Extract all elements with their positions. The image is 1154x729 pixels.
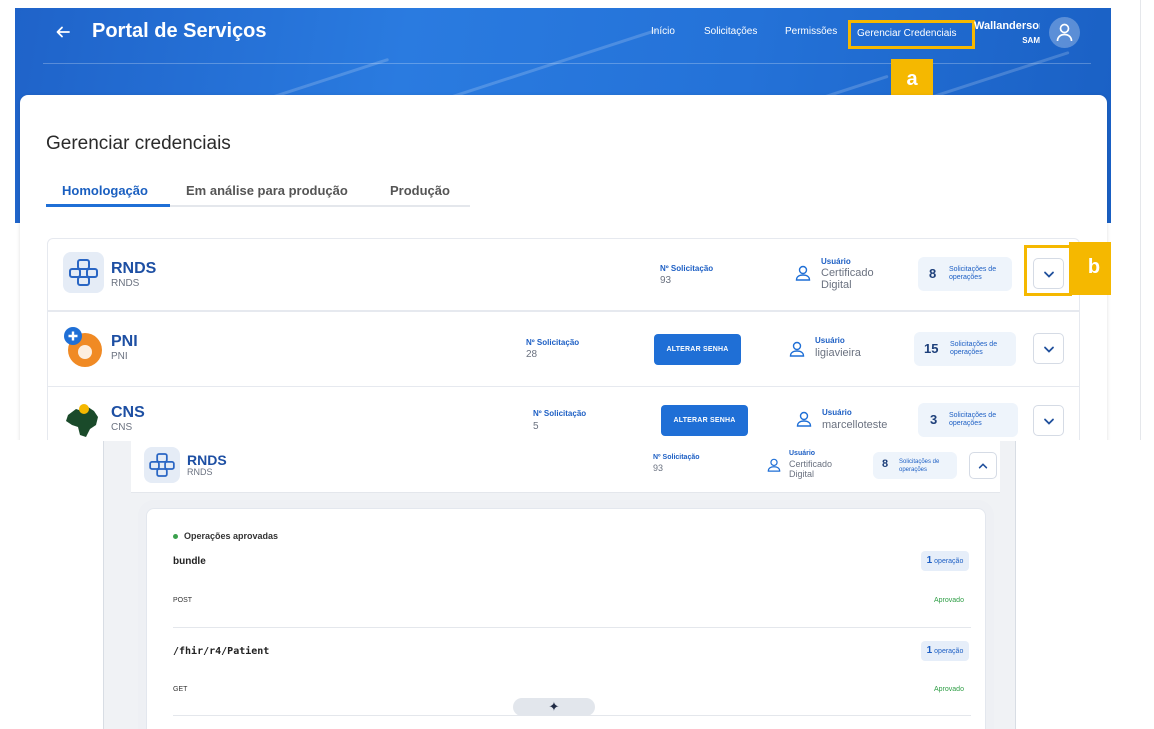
operation-count-badge: 1 operação [921, 641, 969, 661]
operation-count-badge: 1 operação [921, 551, 969, 571]
user-icon [789, 341, 805, 357]
expand-button[interactable] [1033, 405, 1064, 436]
service-name: PNI [111, 333, 138, 350]
user-avatar-icon[interactable] [1049, 17, 1080, 48]
operation-method: POST [173, 597, 193, 604]
solicitacao-label: Nº Solicitação [660, 264, 714, 273]
operations-badge: 15 Solicitações de operações [914, 332, 1016, 366]
service-row-pni: PNI PNI Nº Solicitação 28 ALTERAR SENHA … [47, 311, 1080, 386]
operation-count: 1 [926, 555, 933, 566]
operations-label: Solicitações de operações [950, 341, 998, 356]
solicitacao-value: 93 [653, 463, 664, 473]
operations-badge: 8 Solicitações de operações [918, 257, 1012, 291]
operation-status: Aprovado [934, 686, 964, 693]
rnds-logo-icon [63, 252, 104, 293]
service-sub: CNS [111, 422, 133, 433]
page-divider [1140, 0, 1141, 440]
user-value: Certificado Digital [789, 459, 833, 479]
operations-label: Solicitações de operações [899, 459, 940, 473]
highlight-b-box [1024, 245, 1072, 296]
solicitacao-label: Nº Solicitação [653, 454, 700, 461]
service-sub: RNDS [187, 467, 213, 477]
user-label: Usuário [822, 408, 852, 417]
user-value: ligiavieira [815, 347, 861, 359]
tab-homologacao[interactable]: Homologação [62, 183, 148, 198]
service-row-rnds: RNDS RNDS Nº Solicitação 93 Usuário Cert… [47, 238, 1080, 311]
approved-operations-panel [146, 508, 986, 729]
collapse-button[interactable] [969, 452, 997, 479]
solicitacao-value: 93 [660, 275, 672, 286]
user-icon [796, 411, 812, 427]
tab-em-analise[interactable]: Em análise para produção [186, 183, 348, 198]
operation-path: /fhir/r4/Patient [173, 646, 270, 657]
user-value: marcelloteste [822, 419, 888, 431]
user-label: Usuário [789, 450, 816, 457]
service-row-cns: CNS CNS Nº Solicitação 5 ALTERAR SENHA U… [47, 386, 1080, 440]
floating-sparkle-button[interactable]: ✦ [513, 698, 595, 716]
credentials-screen-top: Portal de Serviços Início Solicitações P… [15, 8, 1111, 440]
operations-count: 8 [929, 266, 937, 281]
solicitacao-label: Nº Solicitação [533, 409, 587, 418]
operation-status: Aprovado [934, 597, 964, 604]
credentials-screen-expanded: RNDS RNDS Nº Solicitação 93 Usuário Cert… [103, 441, 1016, 729]
page-title: Gerenciar credenciais [46, 133, 231, 154]
operation-count-label: operação [934, 558, 964, 565]
solicitacao-label: Nº Solicitação [526, 338, 580, 347]
user-icon [767, 458, 781, 472]
expanded-row-header: RNDS RNDS Nº Solicitação 93 Usuário Cert… [131, 441, 1000, 493]
user-sub: SAM [1022, 36, 1040, 45]
operations-count: 3 [930, 412, 938, 427]
operation-count: 1 [926, 645, 933, 656]
alterar-senha-button[interactable]: ALTERAR SENHA [661, 405, 748, 436]
user-value: Certificado Digital [821, 267, 874, 291]
operations-label: Solicitações de operações [949, 266, 997, 281]
tab-producao[interactable]: Produção [390, 183, 450, 198]
user-label: Usuário [815, 336, 845, 345]
nav-gerenciar-credenciais[interactable]: Gerenciar Credenciais [848, 20, 975, 49]
expand-button[interactable] [1033, 333, 1064, 364]
operations-badge: 3 Solicitações de operações [918, 403, 1018, 437]
operation-divider [173, 627, 971, 628]
operations-badge: 8 Solicitações de operações [873, 452, 957, 479]
credentials-card: Gerenciar credenciais Homologação Em aná… [20, 95, 1107, 440]
solicitacao-value: 28 [526, 349, 538, 360]
service-name: RNDS [111, 260, 157, 277]
nav-permissoes[interactable]: Permissões [785, 26, 837, 37]
operation-count-label: operação [934, 648, 964, 655]
rnds-logo-icon [144, 447, 180, 483]
operations-count: 15 [924, 341, 939, 356]
operations-label: Solicitações de operações [949, 412, 997, 427]
section-title: Operações aprovadas [184, 531, 279, 541]
solicitacao-value: 5 [533, 421, 539, 432]
status-dot-icon [173, 534, 178, 539]
pni-logo-icon [62, 326, 106, 370]
tab-active-indicator [46, 204, 170, 207]
service-sub: PNI [111, 351, 128, 362]
service-name: CNS [111, 404, 145, 421]
portal-title: Portal de Serviços [92, 20, 267, 42]
cns-logo-icon [62, 401, 106, 439]
user-name: Wallanderson [974, 20, 1040, 32]
user-icon [795, 265, 811, 281]
back-arrow-icon[interactable] [55, 24, 73, 44]
operations-count: 8 [882, 458, 889, 470]
callout-b: b [1069, 242, 1111, 295]
nav-inicio[interactable]: Início [651, 26, 675, 37]
chevron-up-icon [978, 463, 988, 469]
nav-solicitacoes[interactable]: Solicitações [704, 26, 757, 37]
chevron-down-icon [1044, 346, 1054, 353]
service-name: RNDS [187, 452, 227, 468]
chevron-down-icon [1044, 418, 1054, 425]
service-sub: RNDS [111, 278, 140, 289]
user-label: Usuário [821, 257, 851, 266]
alterar-senha-button[interactable]: ALTERAR SENHA [654, 334, 741, 365]
nav-gerenciar-credenciais-label: Gerenciar Credenciais [857, 28, 957, 39]
operation-method: GET [173, 686, 188, 693]
operation-path: bundle [173, 556, 206, 567]
